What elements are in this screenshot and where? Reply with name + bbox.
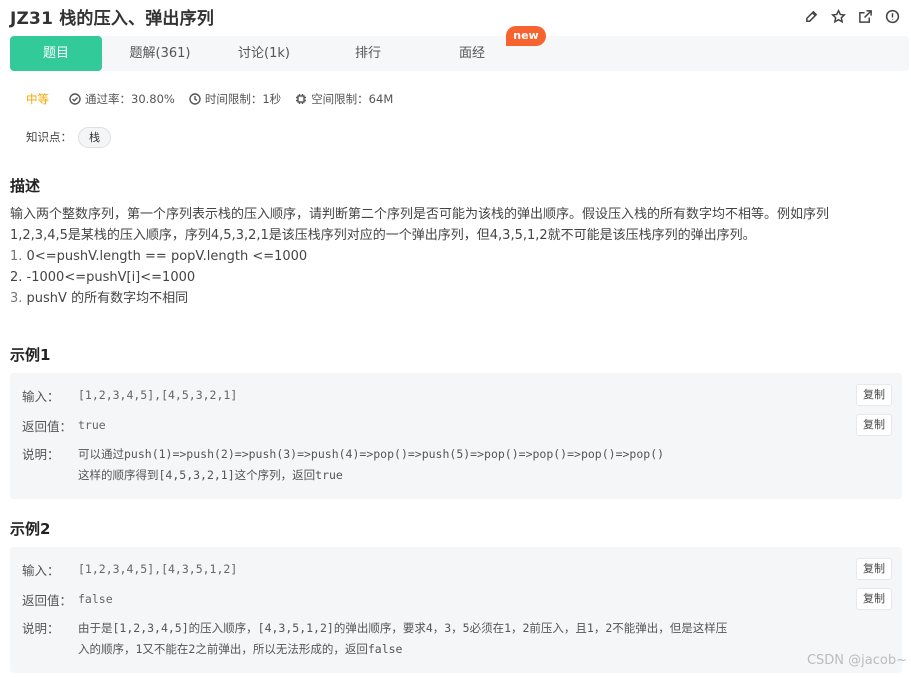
constraint-text: -1000<=pushV[i]<=1000 xyxy=(26,270,196,285)
check-circle-icon xyxy=(69,93,81,105)
tab-ranking[interactable]: 排行 xyxy=(322,36,414,71)
explain-text: 由于是[1,2,3,4,5]的压入顺序，[4,3,5,1,2]的弹出顺序，要求4… xyxy=(78,618,727,660)
description-body: 输入两个整数序列，第一个序列表示栈的压入顺序，请判断第二个序列是否可能为该栈的弹… xyxy=(10,204,905,309)
explain-line: 由于是[1,2,3,4,5]的压入顺序，[4,3,5,1,2]的弹出顺序，要求4… xyxy=(78,621,728,635)
title-row: JZ31 栈的压入、弹出序列 xyxy=(10,4,901,29)
meta-row: 中等 通过率：30.80% 时间限制：1秒 空间限制：64M xyxy=(26,90,407,108)
constraint-number: 2. xyxy=(10,270,23,285)
explain-label: 说明： xyxy=(22,621,60,636)
new-badge: new xyxy=(506,26,546,46)
copy-input-button[interactable]: 复制 xyxy=(856,384,892,406)
example1-box: 输入： [1,2,3,4,5],[4,5,3,2,1] 复制 返回值： true… xyxy=(10,373,902,499)
input-value: [1,2,3,4,5],[4,5,3,2,1] xyxy=(78,388,238,402)
tab-solutions[interactable]: 题解(361) xyxy=(114,36,206,71)
output-label: 返回值： xyxy=(22,418,73,434)
example2-input-row: 输入： [1,2,3,4,5],[4,3,5,1,2] 复制 xyxy=(22,558,892,580)
pass-rate: 通过率：30.80% xyxy=(69,91,175,107)
knowledge-row: 知识点： 栈 xyxy=(26,126,111,148)
time-limit-text: 时间限制：1秒 xyxy=(204,92,282,106)
explain-label: 说明： xyxy=(22,447,60,462)
output-label: 返回值： xyxy=(22,592,73,608)
output-value: false xyxy=(78,592,113,606)
copy-output-button[interactable]: 复制 xyxy=(856,414,892,436)
example1-output-row: 返回值： true 复制 xyxy=(22,414,892,436)
memory-limit-text: 空间限制：64M xyxy=(311,92,394,106)
example1-input-row: 输入： [1,2,3,4,5],[4,5,3,2,1] 复制 xyxy=(22,384,892,406)
tab-problem[interactable]: 题目 xyxy=(10,36,102,71)
star-icon[interactable] xyxy=(830,8,847,25)
explain-line: 这样的顺序得到[4,5,3,2,1]这个序列，返回true xyxy=(78,468,343,482)
example1-explain-row: 说明： 可以通过push(1)=>push(2)=>push(3)=>push(… xyxy=(22,444,892,486)
constraint-text: 0<=pushV.length == popV.length <=1000 xyxy=(26,249,308,264)
example2-box: 输入： [1,2,3,4,5],[4,3,5,1,2] 复制 返回值： fals… xyxy=(10,547,902,673)
description-line: 输入两个整数序列，第一个序列表示栈的压入顺序，请判断第二个序列是否可能为该栈的弹… xyxy=(10,207,830,222)
page-title: JZ31 栈的压入、弹出序列 xyxy=(10,8,215,29)
input-value: [1,2,3,4,5],[4,3,5,1,2] xyxy=(78,562,238,576)
external-link-icon[interactable] xyxy=(857,8,874,25)
input-label: 输入： xyxy=(22,562,60,578)
example2-explain-row: 说明： 由于是[1,2,3,4,5]的压入顺序，[4,3,5,1,2]的弹出顺序… xyxy=(22,618,892,660)
tab-interview[interactable]: 面经 xyxy=(426,36,518,71)
tab-discussion[interactable]: 讨论(1k) xyxy=(218,36,310,71)
info-icon[interactable] xyxy=(884,8,901,25)
time-limit: 时间限制：1秒 xyxy=(189,91,281,107)
example2-heading: 示例2 xyxy=(10,520,51,538)
constraint-number: 3. xyxy=(10,291,23,306)
constraint-item: 1. 0<=pushV.length == popV.length <=1000 xyxy=(10,246,905,267)
constraint-text: pushV 的所有数字均不相同 xyxy=(26,291,189,306)
pass-rate-text: 通过率：30.80% xyxy=(85,92,175,106)
chip-icon xyxy=(296,94,307,104)
memory-limit: 空间限制：64M xyxy=(295,91,393,107)
edit-icon[interactable] xyxy=(803,8,820,25)
constraint-item: 3. pushV 的所有数字均不相同 xyxy=(10,288,905,309)
input-label: 输入： xyxy=(22,388,60,404)
copy-input-button[interactable]: 复制 xyxy=(856,558,892,580)
explain-line: 可以通过push(1)=>push(2)=>push(3)=>push(4)=>… xyxy=(78,447,665,461)
copy-output-button[interactable]: 复制 xyxy=(856,588,892,610)
constraint-item: 2. -1000<=pushV[i]<=1000 xyxy=(10,267,905,288)
knowledge-tag[interactable]: 栈 xyxy=(78,126,111,148)
output-value: true xyxy=(78,418,106,432)
clock-icon xyxy=(189,93,201,105)
example1-heading: 示例1 xyxy=(10,346,51,364)
example2-output-row: 返回值： false 复制 xyxy=(22,588,892,610)
explain-text: 可以通过push(1)=>push(2)=>push(3)=>push(4)=>… xyxy=(78,444,664,486)
watermark: CSDN @jacob~ xyxy=(806,653,907,668)
title-actions xyxy=(803,8,901,25)
explain-line: 入的顺序，1又不能在2之前弹出，所以无法形成的，返回false xyxy=(78,642,403,656)
knowledge-label: 知识点： xyxy=(26,130,72,144)
description-line: 1,2,3,4,5是某栈的压入顺序，序列4,5,3,2,1是该压栈序列对应的一个… xyxy=(10,228,756,243)
tabs-bar: 题目 题解(361) 讨论(1k) 排行 面经 xyxy=(10,36,909,71)
difficulty-badge: 中等 xyxy=(26,92,49,106)
constraint-number: 1. xyxy=(10,249,23,264)
description-heading: 描述 xyxy=(10,177,41,195)
